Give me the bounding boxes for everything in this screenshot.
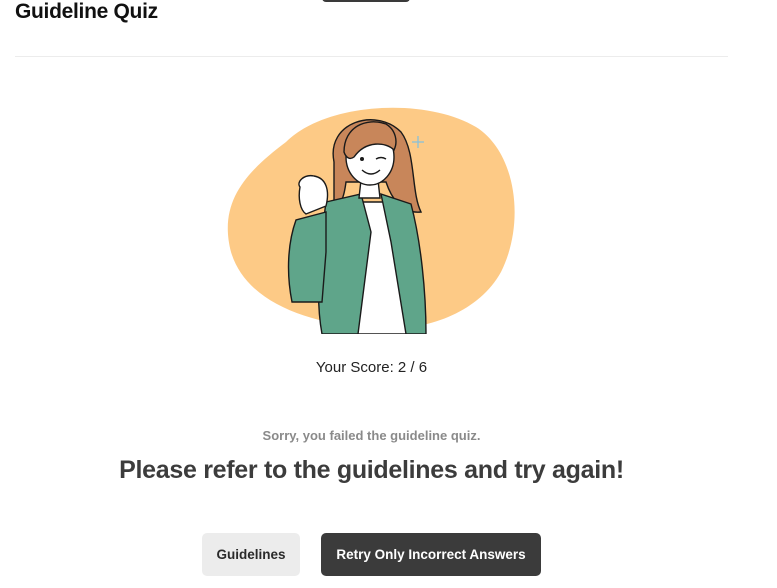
result-headline: Please refer to the guidelines and try a… bbox=[119, 456, 624, 484]
top-tab-indicator[interactable] bbox=[322, 0, 410, 2]
success-illustration bbox=[227, 107, 515, 334]
retry-incorrect-button[interactable]: Retry Only Incorrect Answers bbox=[321, 533, 541, 576]
quiz-result-page: Guideline Quiz Your Score: 2 / 6 Sorry, … bbox=[0, 0, 777, 588]
raised-arm bbox=[287, 211, 327, 303]
eye-left bbox=[360, 157, 364, 161]
page-title: Guideline Quiz bbox=[15, 0, 158, 23]
guidelines-button[interactable]: Guidelines bbox=[202, 533, 300, 576]
header-divider bbox=[15, 56, 728, 57]
status-message: Sorry, you failed the guideline quiz. bbox=[262, 428, 481, 443]
score-text: Your Score: 2 / 6 bbox=[315, 359, 428, 376]
